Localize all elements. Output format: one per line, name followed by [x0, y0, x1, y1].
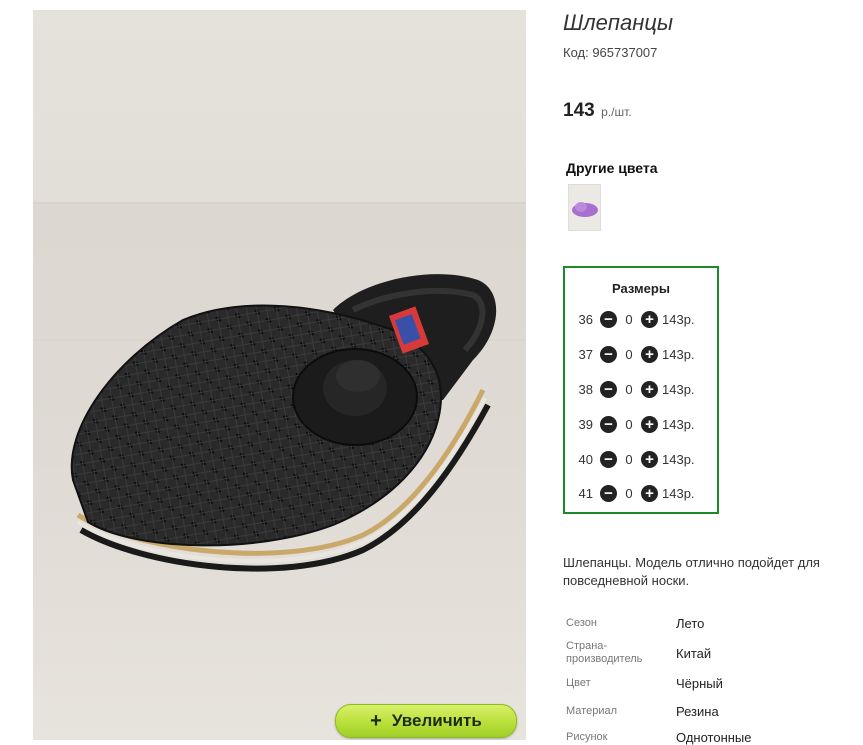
- price-value: 143: [563, 100, 595, 121]
- minus-icon[interactable]: −: [600, 310, 617, 328]
- minus-icon[interactable]: −: [600, 450, 617, 468]
- zoom-button-label: Увеличить: [391, 711, 482, 730]
- slipper-image: [33, 202, 526, 572]
- zoom-button[interactable]: + Увеличить: [335, 704, 517, 738]
- size-price: 143р.: [662, 416, 695, 432]
- size-label: 37: [578, 346, 593, 362]
- sizes-title: Размеры: [612, 281, 670, 296]
- property-label: Материал: [566, 705, 617, 717]
- plus-icon[interactable]: +: [641, 345, 658, 363]
- size-row-40: 40−0 +143р.: [565, 449, 695, 469]
- size-label: 38: [578, 381, 593, 397]
- plus-icon[interactable]: +: [641, 484, 658, 502]
- property-label: Страна- производитель: [566, 640, 643, 665]
- quantity-value: 0: [625, 346, 633, 362]
- minus-icon[interactable]: −: [600, 484, 617, 502]
- size-row-38: 38−0 +143р.: [565, 379, 695, 399]
- property-label: Сезон: [566, 617, 597, 629]
- size-label: 41: [578, 485, 593, 501]
- minus-icon[interactable]: −: [600, 380, 617, 398]
- plus-icon[interactable]: +: [641, 415, 658, 433]
- product-code: Код: 965737007: [563, 45, 658, 60]
- price-unit: р./шт.: [601, 105, 632, 119]
- size-price: 143р.: [662, 381, 695, 397]
- other-colors-heading: Другие цвета: [566, 160, 658, 176]
- quantity-value: 0: [625, 485, 633, 501]
- product-photo[interactable]: + Увеличить: [33, 10, 526, 740]
- plus-icon: +: [370, 710, 382, 732]
- size-row-37: 37−0 +143р.: [565, 344, 695, 364]
- size-price: 143р.: [662, 346, 695, 362]
- quantity-value: 0: [625, 381, 633, 397]
- size-row-36: 36−0 +143р.: [565, 309, 695, 329]
- price: 143 р./шт.: [563, 100, 632, 122]
- property-value: Лето: [676, 616, 705, 631]
- product-description: Шлепанцы. Модель отлично подойдет для по…: [563, 555, 820, 588]
- plus-icon[interactable]: +: [641, 450, 658, 468]
- minus-icon[interactable]: −: [600, 415, 617, 433]
- sizes-panel: Размеры 36−0 +143р. 37−0 +143р. 38−0 +143р. 39…: [563, 266, 719, 514]
- size-price: 143р.: [662, 451, 695, 467]
- product-title: Шлепанцы: [563, 10, 674, 35]
- plus-icon[interactable]: +: [641, 380, 658, 398]
- size-label: 36: [578, 311, 593, 327]
- minus-icon[interactable]: −: [600, 345, 617, 363]
- plus-icon[interactable]: +: [641, 310, 658, 328]
- property-value: Чёрный: [676, 676, 723, 691]
- property-value: Однотонные: [676, 730, 752, 745]
- color-variant-thumbnail[interactable]: [568, 184, 601, 231]
- size-label: 39: [578, 416, 593, 432]
- size-row-39: 39−0 +143р.: [565, 414, 695, 434]
- property-label: Цвет: [566, 677, 591, 689]
- property-value: Резина: [676, 704, 719, 719]
- quantity-value: 0: [625, 416, 633, 432]
- size-label: 40: [578, 451, 593, 467]
- quantity-value: 0: [625, 451, 633, 467]
- property-label: Рисунок: [566, 731, 608, 743]
- quantity-value: 0: [625, 311, 633, 327]
- size-price: 143р.: [662, 485, 695, 501]
- purple-slipper-image: [572, 202, 598, 217]
- property-value: Китай: [676, 646, 712, 661]
- size-row-41: 41−0 +143р.: [565, 483, 695, 503]
- size-price: 143р.: [662, 311, 695, 327]
